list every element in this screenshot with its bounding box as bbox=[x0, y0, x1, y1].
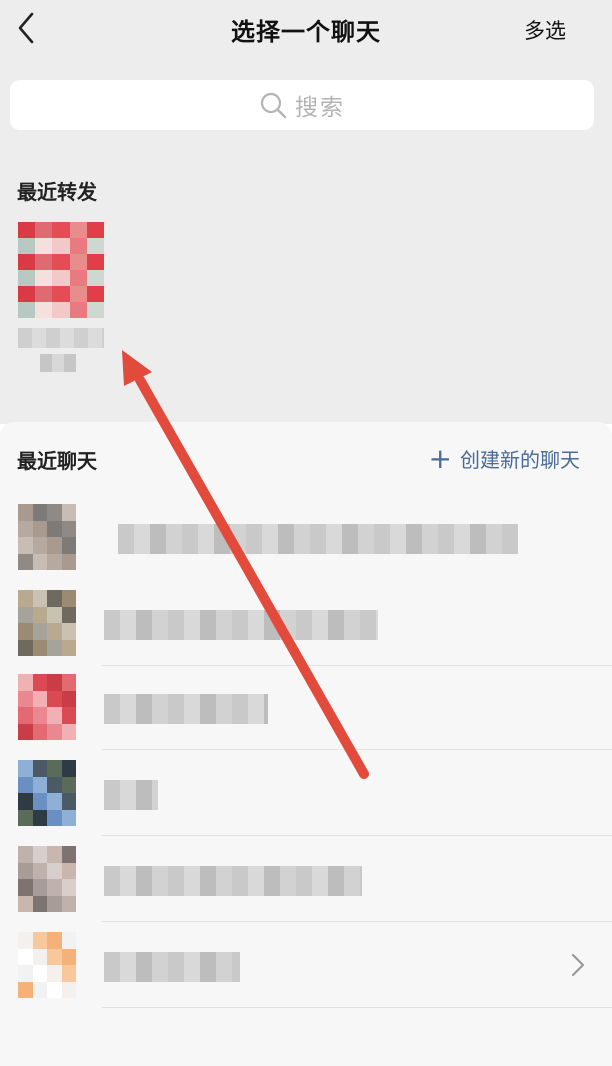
contact-name-blurred bbox=[18, 328, 104, 348]
contact-name-blurred bbox=[104, 694, 268, 724]
list-item[interactable] bbox=[0, 494, 612, 580]
contact-name-blurred bbox=[104, 952, 240, 982]
list-item[interactable] bbox=[0, 580, 612, 666]
avatar bbox=[18, 674, 76, 740]
contact-name-blurred bbox=[118, 524, 518, 554]
search-input[interactable]: 搜索 bbox=[10, 80, 594, 130]
nav-bar: 选择一个聊天 多选 bbox=[0, 0, 612, 60]
multi-select-button[interactable]: 多选 bbox=[524, 15, 566, 45]
top-area bbox=[0, 0, 612, 424]
create-new-chat-label: 创建新的聊天 bbox=[460, 448, 580, 472]
recent-chats-heading: 最近聊天 bbox=[17, 449, 97, 473]
recent-forward-heading: 最近转发 bbox=[17, 180, 97, 204]
contact-name-blurred bbox=[104, 866, 362, 896]
list-item[interactable] bbox=[0, 836, 612, 922]
page-title: 选择一个聊天 bbox=[231, 18, 381, 46]
create-new-chat-button[interactable]: + 创建新的聊天 bbox=[429, 444, 580, 473]
chevron-right-icon bbox=[571, 953, 585, 977]
avatar bbox=[18, 504, 76, 570]
avatar[interactable] bbox=[18, 222, 104, 318]
list-item[interactable] bbox=[0, 922, 612, 1008]
avatar bbox=[18, 590, 76, 656]
search-icon bbox=[260, 92, 287, 119]
avatar bbox=[18, 760, 76, 826]
avatar bbox=[18, 846, 76, 912]
avatar bbox=[18, 932, 76, 998]
search-placeholder: 搜索 bbox=[295, 95, 345, 121]
contact-name-blurred bbox=[104, 610, 378, 640]
plus-icon: + bbox=[428, 441, 452, 475]
contact-name-blurred bbox=[104, 780, 158, 810]
list-item[interactable] bbox=[0, 750, 612, 836]
divider bbox=[102, 1007, 612, 1008]
list-item[interactable] bbox=[0, 664, 612, 750]
contact-name-blurred bbox=[40, 354, 76, 372]
